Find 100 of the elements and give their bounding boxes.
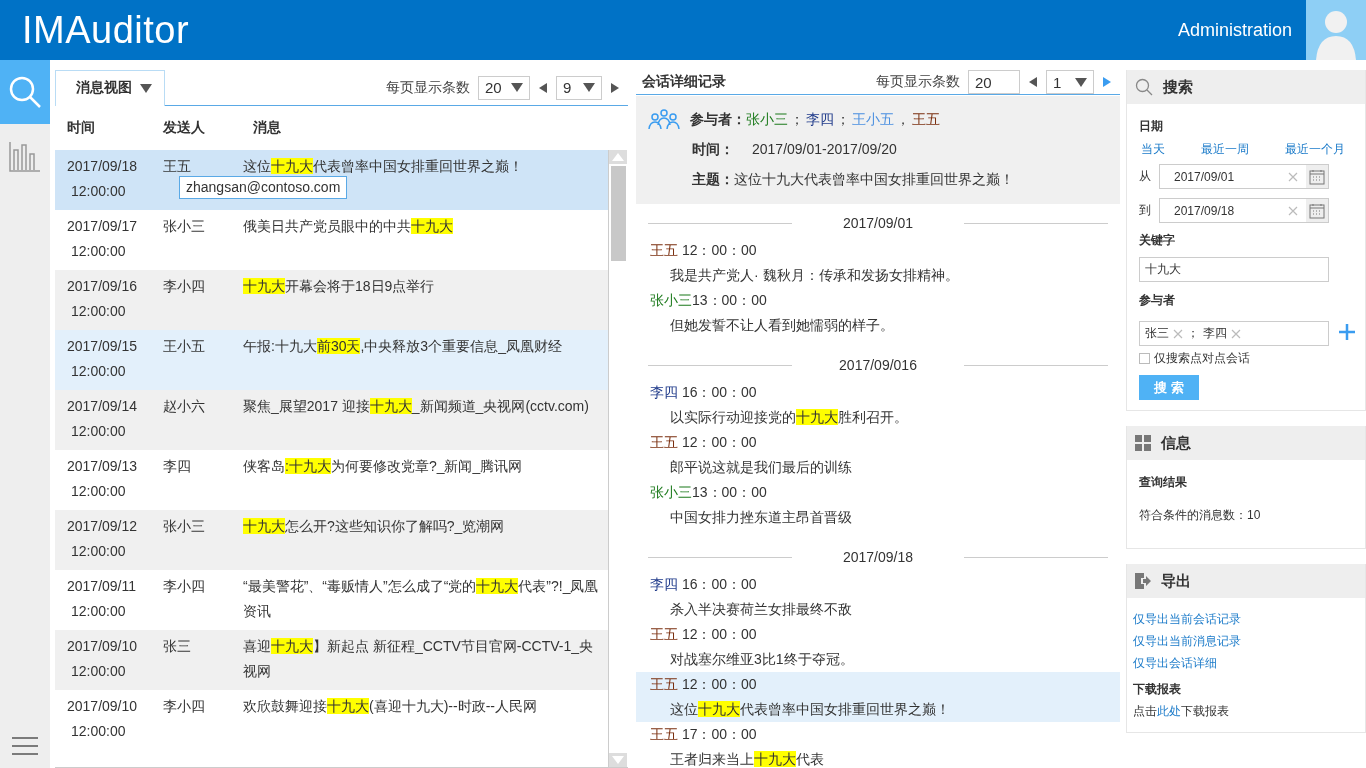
page-size-label: 每页显示条数 bbox=[386, 78, 470, 97]
chat-entry[interactable]: 张小三13：00：00 中国女排力挫东道主昂首晋级 bbox=[636, 480, 1120, 530]
people-icon bbox=[648, 108, 680, 130]
page-select[interactable]: 1 bbox=[1046, 70, 1094, 94]
next-page-icon[interactable] bbox=[610, 81, 620, 94]
message-text: 王者归来当上十九大代表 bbox=[670, 750, 825, 768]
message-text: 以实际行动迎接党的十九大胜利召开。 bbox=[670, 408, 909, 427]
time-cell-text: 12:00:00 bbox=[70, 422, 127, 441]
quick-range-link[interactable]: 最近一个月 bbox=[1285, 141, 1345, 158]
chat-entry[interactable]: 王五 12：00：00 这位十九大代表曾率中国女排重回世界之巅！ bbox=[636, 672, 1120, 722]
card-title: 信息 bbox=[1161, 433, 1191, 453]
date-label: 日期 bbox=[1139, 118, 1164, 135]
scrollbar[interactable] bbox=[608, 150, 628, 767]
message-time: 13：00：00 bbox=[692, 483, 767, 502]
sender-name: 王五 bbox=[650, 725, 678, 744]
download-text: 点击此处下载报表 bbox=[1133, 703, 1230, 720]
calendar-icon[interactable] bbox=[1309, 168, 1325, 185]
export-link[interactable]: 仅导出会话详细 bbox=[1133, 656, 1217, 670]
panel-title: 会话详细记录 bbox=[641, 73, 727, 91]
caret-icon bbox=[511, 83, 523, 92]
clear-icon[interactable] bbox=[1288, 171, 1298, 182]
sender-cell-text: 赵小六 bbox=[163, 397, 206, 416]
time-cell-text: 12:00:00 bbox=[70, 362, 127, 381]
menu-icon[interactable] bbox=[12, 737, 38, 755]
bar-chart-icon bbox=[9, 140, 41, 172]
column-header: 时间 bbox=[67, 119, 96, 137]
message-time: 17：00：00 bbox=[680, 725, 757, 744]
export-link[interactable]: 仅导出当前会话记录 bbox=[1133, 612, 1241, 626]
result-count: 符合条件的消息数：10 bbox=[1139, 507, 1262, 524]
separator-text: ； bbox=[1187, 325, 1199, 342]
sender-cell-text: 李四 bbox=[163, 457, 192, 476]
previous-page-icon[interactable] bbox=[538, 81, 548, 94]
page-size-select[interactable]: 20 bbox=[478, 75, 530, 100]
download-link[interactable]: 此处 bbox=[1157, 704, 1181, 718]
date-field[interactable]: 2017/09/01 bbox=[1159, 164, 1329, 189]
chat-entry[interactable]: 李四 16：00：00 以实际行动迎接党的十九大胜利召开。 bbox=[636, 380, 1120, 430]
date-divider: 2017/09/18 bbox=[841, 547, 915, 567]
download-label: 下载报表 bbox=[1133, 681, 1182, 698]
add-icon[interactable] bbox=[1339, 323, 1355, 340]
message-text: 我是共产党人· 魏秋月：传承和发扬女排精神。 bbox=[670, 266, 960, 285]
clear-icon[interactable] bbox=[1231, 328, 1241, 339]
chat-entry[interactable]: 王五 12：00：00 我是共产党人· 魏秋月：传承和发扬女排精神。 bbox=[636, 238, 1120, 288]
chat-entry[interactable]: 张小三13：00：00 但她发誓不让人看到她懦弱的样子。 bbox=[636, 288, 1120, 338]
time-cell-text: 12:00:00 bbox=[70, 302, 127, 321]
page-select[interactable]: 9 bbox=[556, 75, 602, 100]
message-text: 中国女排力挫东道主昂首晋级 bbox=[670, 508, 853, 527]
sender-cell-text: 张小三 bbox=[163, 217, 206, 236]
view-dropdown[interactable]: 消息视图 bbox=[55, 69, 165, 106]
caret-icon bbox=[583, 83, 595, 92]
date-cell-text: 2017/09/18 bbox=[67, 157, 139, 176]
message-row[interactable]: 2017/09/18 12:00:00 王五 这位十九大代表曾率中国女排重回世界之巅！ zhangsan@contoso.com bbox=[55, 150, 608, 210]
avatar-icon[interactable] bbox=[1306, 0, 1366, 60]
message-row[interactable]: 2017/09/10 12:00:00 张三 喜迎十九大】新起点 新征程_CCTV节目官网-CCTV-1_央视网 bbox=[55, 630, 608, 690]
card-title: 导出 bbox=[1161, 571, 1191, 591]
sender-cell-text: 李小四 bbox=[163, 277, 206, 296]
clear-icon[interactable] bbox=[1288, 205, 1298, 216]
nav-tab[interactable] bbox=[0, 60, 50, 124]
keyword-field[interactable]: 十九大 bbox=[1139, 257, 1329, 282]
chat-entry[interactable]: 王五 12：00：00 对战塞尔维亚3比1终于夺冠。 bbox=[636, 622, 1120, 672]
participants-field[interactable]: 张三 ； 李四 bbox=[1139, 321, 1329, 346]
participants-label: 参与者： bbox=[690, 110, 746, 129]
participant-name: 王小五 bbox=[852, 110, 894, 129]
message-row[interactable]: 2017/09/16 12:00:00 李小四 十九大开幕会将于18日9点举行 bbox=[55, 270, 608, 330]
date-cell-text: 2017/09/15 bbox=[67, 337, 139, 356]
separator-text: ； bbox=[790, 110, 804, 129]
user-name[interactable]: Administration bbox=[1177, 19, 1306, 41]
message-text: 对战塞尔维亚3比1终于夺冠。 bbox=[670, 650, 855, 669]
previous-page-icon[interactable] bbox=[1028, 76, 1038, 88]
calendar-icon[interactable] bbox=[1309, 202, 1325, 219]
message-time: 16：00：00 bbox=[680, 575, 757, 594]
chat-entry[interactable]: 王五 17：00：00 王者归来当上十九大代表 bbox=[636, 722, 1120, 768]
message-row[interactable]: 2017/09/15 12:00:00 王小五 午报:十九大前30天,中央释放3个重要信息_凤凰财经 bbox=[55, 330, 608, 390]
scroll-up-icon[interactable] bbox=[609, 150, 627, 164]
date-cell-text: 2017/09/16 bbox=[67, 277, 139, 296]
email-tooltip: zhangsan@contoso.com bbox=[179, 176, 348, 199]
quick-range-link[interactable]: 当天 bbox=[1141, 141, 1165, 158]
message-cell-text: 这位十九大代表曾率中国女排重回世界之巅！ bbox=[243, 157, 524, 176]
date-divider: 2017/09/01 bbox=[841, 213, 915, 233]
time-range: 2017/09/01-2017/09/20 bbox=[752, 140, 897, 159]
date-cell-text: 2017/09/17 bbox=[67, 217, 139, 236]
message-row[interactable]: 2017/09/12 12:00:00 张小三 十九大怎么开?这些知识你了解吗?_览潮网 bbox=[55, 510, 608, 570]
time-cell-text: 12:00:00 bbox=[70, 542, 127, 561]
quick-range-link[interactable]: 最近一周 bbox=[1201, 141, 1249, 158]
search-icon bbox=[1135, 78, 1153, 96]
chat-entry[interactable]: 王五 12：00：00 郎平说这就是我们最后的训练 bbox=[636, 430, 1120, 480]
sender-cell-text: 张三 bbox=[163, 637, 192, 656]
grid-icon bbox=[1135, 435, 1151, 451]
scroll-down-icon[interactable] bbox=[609, 753, 627, 767]
export-link[interactable]: 仅导出当前消息记录 bbox=[1133, 634, 1241, 648]
clear-icon[interactable] bbox=[1173, 328, 1183, 339]
sender-cell-text: 张小三 bbox=[163, 517, 206, 536]
time-cell-text: 12:00:00 bbox=[70, 722, 127, 741]
date-field[interactable]: 2017/09/18 bbox=[1159, 198, 1329, 223]
sender-name: 王五 bbox=[650, 625, 678, 644]
page-size-field[interactable]: 20 bbox=[968, 70, 1020, 94]
chat-entry[interactable]: 李四 16：00：00 杀入半决赛荷兰女排最终不敌 bbox=[636, 572, 1120, 622]
message-cell-text: 喜迎十九大】新起点 新征程_CCTV节目官网-CCTV-1_央视网 bbox=[243, 637, 595, 681]
checkbox[interactable] bbox=[1139, 353, 1150, 364]
scroll-thumb[interactable] bbox=[611, 166, 626, 261]
message-time: 12：00：00 bbox=[680, 241, 757, 260]
